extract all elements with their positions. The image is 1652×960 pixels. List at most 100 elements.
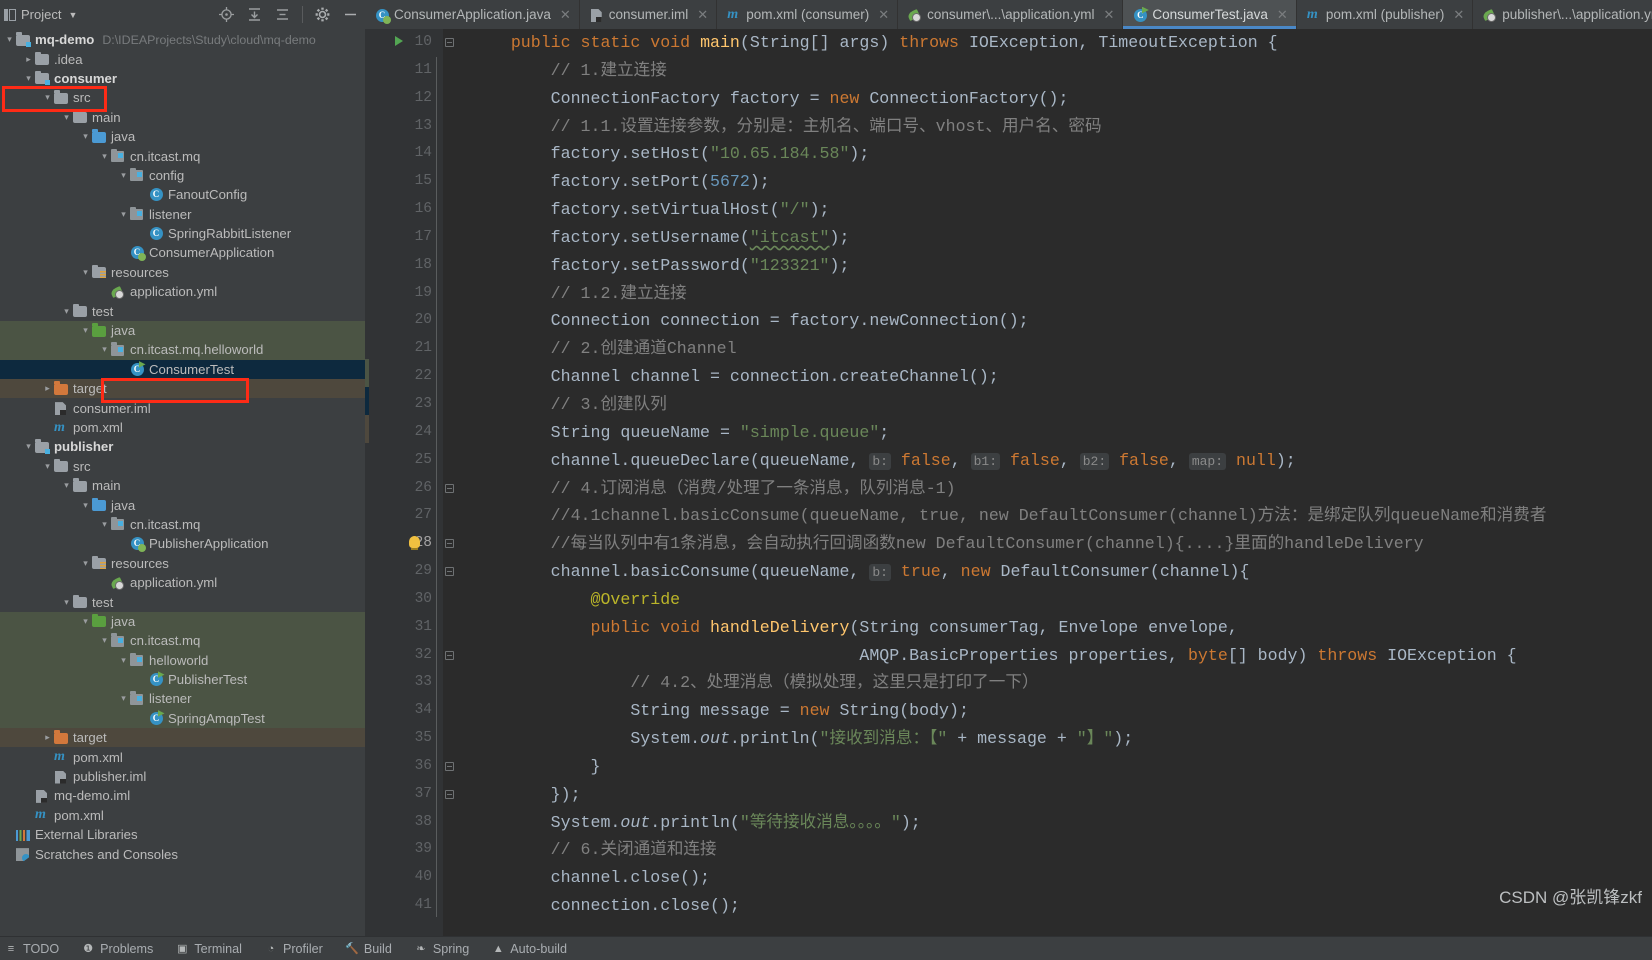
status-bar-item-build[interactable]: 🔨 Build [345, 942, 392, 956]
tree-row[interactable]: ▾ src [0, 88, 365, 107]
tree-row[interactable]: m pom.xml [0, 806, 365, 825]
chevron-down-icon[interactable]: ▾ [118, 655, 129, 665]
code-line[interactable]: factory.setHost("10.65.184.58"); [471, 140, 1652, 168]
editor-tab-4[interactable]: C ConsumerTest.java ✕ [1123, 0, 1297, 29]
tree-row[interactable]: ▾ consumer [0, 69, 365, 88]
chevron-down-icon[interactable]: ▾ [118, 170, 129, 180]
tree-row[interactable]: ▾ resources [0, 554, 365, 573]
status-bar-item-spring[interactable]: ❧ Spring [414, 942, 469, 956]
tree-row[interactable]: ▾ java [0, 495, 365, 514]
tree-row[interactable]: C PublisherApplication [0, 534, 365, 553]
tree-row[interactable]: ▸ .idea [0, 49, 365, 68]
chevron-down-icon[interactable]: ▾ [42, 93, 53, 102]
tree-row[interactable]: ▾ listener [0, 689, 365, 709]
close-icon[interactable]: ✕ [560, 7, 571, 23]
tree-row[interactable]: ▸ target [0, 379, 365, 399]
chevron-right-icon[interactable]: ▸ [23, 54, 34, 64]
tree-row[interactable]: m pom.xml [0, 747, 365, 766]
close-icon[interactable]: ✕ [1277, 7, 1288, 23]
chevron-right-icon[interactable]: ▸ [42, 384, 53, 393]
chevron-down-icon[interactable]: ▾ [99, 345, 110, 354]
chevron-down-icon[interactable]: ▾ [99, 151, 110, 161]
collapse-all-icon[interactable] [274, 6, 291, 23]
tree-row[interactable]: ▾ cn.itcast.mq [0, 146, 365, 165]
code-line[interactable]: String message = new String(body); [471, 697, 1652, 725]
code-line[interactable]: AMQP.BasicProperties properties, byte[] … [471, 642, 1652, 670]
tree-row[interactable]: C SpringAmqpTest [0, 708, 365, 729]
chevron-down-icon[interactable]: ▾ [61, 481, 72, 490]
tree-row[interactable]: ▾ cn.itcast.mq [0, 515, 365, 534]
chevron-down-icon[interactable]: ▾ [42, 461, 53, 471]
tree-row[interactable]: m pom.xml [0, 418, 365, 437]
code-editor[interactable]: 10 11 12 13 14 15 16 17 18 19 20 21 22 23 24 25 26 27 28 29… [365, 29, 1652, 936]
editor-tab-5[interactable]: m pom.xml (publisher) ✕ [1297, 0, 1474, 29]
code-line[interactable]: String queueName = "simple.queue"; [471, 419, 1652, 447]
tree-row[interactable]: Scratches and Consoles [0, 844, 365, 863]
tree-row[interactable]: ▾ test [0, 301, 365, 320]
code-line[interactable]: factory.setPassword("123321"); [471, 252, 1652, 280]
close-icon[interactable]: ✕ [878, 7, 889, 23]
tree-row[interactable]: ▾ test [0, 592, 365, 611]
close-icon[interactable]: ✕ [697, 7, 708, 23]
editor-tab-1[interactable]: consumer.iml ✕ [580, 0, 718, 29]
code-line[interactable]: channel.basicConsume(queueName, b: true,… [471, 558, 1652, 586]
chevron-down-icon[interactable]: ▾ [61, 306, 72, 316]
code-line[interactable]: Channel channel = connection.createChann… [471, 363, 1652, 391]
project-panel-title[interactable]: Project [21, 7, 61, 22]
tree-row[interactable]: application.yml [0, 573, 365, 592]
status-bar-item-todo[interactable]: ≡ TODO [4, 942, 59, 956]
tree-row[interactable]: consumer.iml [0, 398, 365, 417]
code-line[interactable]: // 1.2.建立连接 [471, 280, 1652, 308]
code-line[interactable]: // 1.1.设置连接参数，分别是：主机名、端口号、vhost、用户名、密码 [471, 113, 1652, 141]
tree-row[interactable]: C ConsumerTest [0, 359, 365, 380]
code-line[interactable]: public void handleDelivery(String consum… [471, 614, 1652, 642]
code-line[interactable]: //4.1channel.basicConsume(queueName, tru… [471, 502, 1652, 530]
code-line[interactable]: // 3.创建队列 [471, 391, 1652, 419]
tree-row[interactable]: ▾ main [0, 108, 365, 127]
tree-row[interactable]: application.yml [0, 282, 365, 301]
code-line[interactable]: public static void main(String[] args) t… [471, 29, 1652, 57]
tree-row[interactable]: ▾ mq-demo D:\IDEAProjects\Study\cloud\mq-d… [0, 30, 365, 49]
tree-row[interactable]: ▾ listener [0, 205, 365, 224]
status-bar-item-problems[interactable]: ❶ Problems [81, 942, 153, 956]
chevron-down-icon[interactable]: ▾ [80, 500, 91, 510]
chevron-down-icon[interactable]: ▾ [99, 636, 110, 645]
code-line[interactable]: factory.setVirtualHost("/"); [471, 196, 1652, 224]
tree-row[interactable]: ▾ publisher [0, 437, 365, 456]
code-line[interactable]: @Override [471, 586, 1652, 614]
locate-icon[interactable] [218, 6, 235, 23]
tree-row[interactable]: External Libraries [0, 825, 365, 844]
code-line[interactable]: System.out.println("接收到消息：【" + message +… [471, 725, 1652, 753]
chevron-down-icon[interactable]: ▾ [80, 558, 91, 568]
tree-row[interactable]: ▾ java [0, 127, 365, 146]
chevron-down-icon[interactable]: ▾ [118, 209, 129, 219]
code-line[interactable]: //每当队列中有1条消息，会自动执行回调函数new DefaultConsume… [471, 530, 1652, 558]
chevron-down-icon[interactable]: ▾ [23, 442, 34, 451]
status-bar-item-auto-build[interactable]: ▲ Auto-build [491, 942, 567, 956]
code-line[interactable]: }); [471, 781, 1652, 809]
code-line[interactable]: factory.setUsername("itcast"); [471, 224, 1652, 252]
code-line[interactable]: } [471, 753, 1652, 781]
code-line[interactable]: connection.close(); [471, 892, 1652, 920]
code-line[interactable]: System.out.println("等待接收消息。。。。"); [471, 809, 1652, 837]
chevron-down-icon[interactable]: ▾ [80, 326, 91, 335]
tree-row[interactable]: ▸ target [0, 728, 365, 748]
chevron-down-icon[interactable]: ▾ [80, 616, 91, 626]
run-gutter-icon[interactable] [395, 36, 403, 46]
editor-scrollbar[interactable] [1638, 29, 1652, 936]
tree-row[interactable]: ▾ helloworld [0, 650, 365, 670]
chevron-down-icon[interactable]: ▾ [23, 73, 34, 83]
editor-tab-3[interactable]: consumer\...\application.yml ✕ [898, 0, 1124, 29]
code-line[interactable]: // 4.2、处理消息（模拟处理，这里只是打印了一下） [471, 669, 1652, 697]
tree-row[interactable]: ▾ cn.itcast.mq.helloworld [0, 340, 365, 360]
chevron-right-icon[interactable]: ▸ [42, 733, 53, 742]
editor-tab-0[interactable]: C ConsumerApplication.java ✕ [365, 0, 580, 29]
status-bar-item-terminal[interactable]: ▣ Terminal [175, 942, 242, 956]
code-text[interactable]: public static void main(String[] args) t… [443, 29, 1652, 936]
tree-row[interactable]: publisher.iml [0, 767, 365, 786]
tree-row[interactable]: ▾ java [0, 320, 365, 341]
expand-all-icon[interactable] [246, 6, 263, 23]
editor-tab-2[interactable]: m pom.xml (consumer) ✕ [717, 0, 899, 29]
code-line[interactable]: channel.close(); [471, 864, 1652, 892]
chevron-down-icon[interactable]: ▾ [61, 597, 72, 607]
